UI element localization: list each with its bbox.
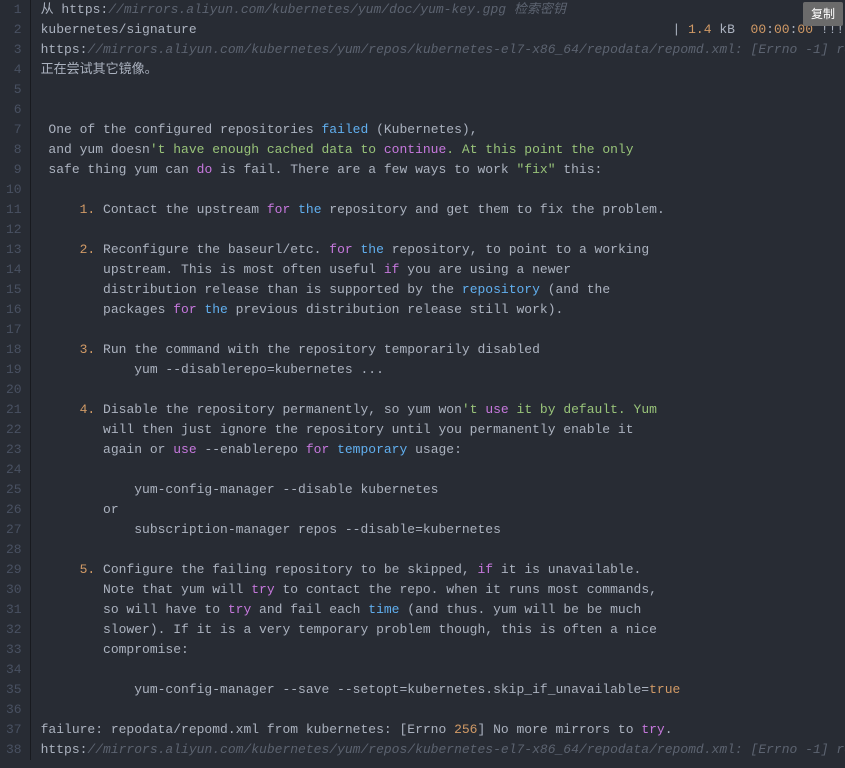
code-block: 复制 1234567891011121314151617181920212223… [0, 0, 845, 760]
code-line: slower). If it is a very temporary probl… [41, 620, 845, 640]
code-line [41, 220, 845, 240]
code-line: yum-config-manager --disable kubernetes [41, 480, 845, 500]
line-number: 18 [6, 340, 22, 360]
code-line: so will have to try and fail each time (… [41, 600, 845, 620]
line-number-gutter: 1234567891011121314151617181920212223242… [0, 0, 31, 760]
code-line [41, 180, 845, 200]
line-number: 23 [6, 440, 22, 460]
code-line [41, 460, 845, 480]
line-number: 2 [6, 20, 22, 40]
line-number: 32 [6, 620, 22, 640]
code-line [41, 100, 845, 120]
line-number: 35 [6, 680, 22, 700]
code-line: One of the configured repositories faile… [41, 120, 845, 140]
line-number: 21 [6, 400, 22, 420]
code-line [41, 700, 845, 720]
code-line: https://mirrors.aliyun.com/kubernetes/yu… [41, 740, 845, 760]
line-number: 16 [6, 300, 22, 320]
line-number: 7 [6, 120, 22, 140]
line-number: 29 [6, 560, 22, 580]
code-line: failure: repodata/repomd.xml from kubern… [41, 720, 845, 740]
line-number: 12 [6, 220, 22, 240]
code-line: 2. Reconfigure the baseurl/etc. for the … [41, 240, 845, 260]
line-number: 6 [6, 100, 22, 120]
line-number: 26 [6, 500, 22, 520]
code-line [41, 80, 845, 100]
code-line: upstream. This is most often useful if y… [41, 260, 845, 280]
line-number: 10 [6, 180, 22, 200]
line-number: 27 [6, 520, 22, 540]
line-number: 8 [6, 140, 22, 160]
code-line: again or use --enablerepo for temporary … [41, 440, 845, 460]
code-line: Note that yum will try to contact the re… [41, 580, 845, 600]
code-line [41, 660, 845, 680]
code-line: subscription-manager repos --disable=kub… [41, 520, 845, 540]
code-line: packages for the previous distribution r… [41, 300, 845, 320]
code-line: or [41, 500, 845, 520]
line-number: 13 [6, 240, 22, 260]
line-number: 30 [6, 580, 22, 600]
code-line: compromise: [41, 640, 845, 660]
code-line: will then just ignore the repository unt… [41, 420, 845, 440]
code-line: kubernetes/signature | 1.4 kB 00:00:00 !… [41, 20, 845, 40]
line-number: 14 [6, 260, 22, 280]
line-number: 3 [6, 40, 22, 60]
line-number: 9 [6, 160, 22, 180]
line-number: 19 [6, 360, 22, 380]
code-line: safe thing yum can do is fail. There are… [41, 160, 845, 180]
code-content[interactable]: 从 https://mirrors.aliyun.com/kubernetes/… [31, 0, 845, 760]
code-line: distribution release than is supported b… [41, 280, 845, 300]
line-number: 4 [6, 60, 22, 80]
line-number: 37 [6, 720, 22, 740]
line-number: 1 [6, 0, 22, 20]
line-number: 34 [6, 660, 22, 680]
code-line: 3. Run the command with the repository t… [41, 340, 845, 360]
line-number: 17 [6, 320, 22, 340]
code-line: yum --disablerepo=kubernetes ... [41, 360, 845, 380]
line-number: 22 [6, 420, 22, 440]
copy-button[interactable]: 复制 [803, 2, 843, 26]
code-line [41, 320, 845, 340]
code-line: https://mirrors.aliyun.com/kubernetes/yu… [41, 40, 845, 60]
line-number: 24 [6, 460, 22, 480]
line-number: 31 [6, 600, 22, 620]
code-line [41, 540, 845, 560]
line-number: 20 [6, 380, 22, 400]
code-line: 4. Disable the repository permanently, s… [41, 400, 845, 420]
line-number: 33 [6, 640, 22, 660]
code-line: yum-config-manager --save --setopt=kuber… [41, 680, 845, 700]
line-number: 38 [6, 740, 22, 760]
line-number: 15 [6, 280, 22, 300]
line-number: 11 [6, 200, 22, 220]
code-line: 5. Configure the failing repository to b… [41, 560, 845, 580]
line-number: 28 [6, 540, 22, 560]
line-number: 25 [6, 480, 22, 500]
line-number: 36 [6, 700, 22, 720]
code-line: and yum doesn't have enough cached data … [41, 140, 845, 160]
code-line [41, 380, 845, 400]
code-line: 从 https://mirrors.aliyun.com/kubernetes/… [41, 0, 845, 20]
line-number: 5 [6, 80, 22, 100]
code-line: 正在尝试其它镜像。 [41, 60, 845, 80]
code-line: 1. Contact the upstream for the reposito… [41, 200, 845, 220]
